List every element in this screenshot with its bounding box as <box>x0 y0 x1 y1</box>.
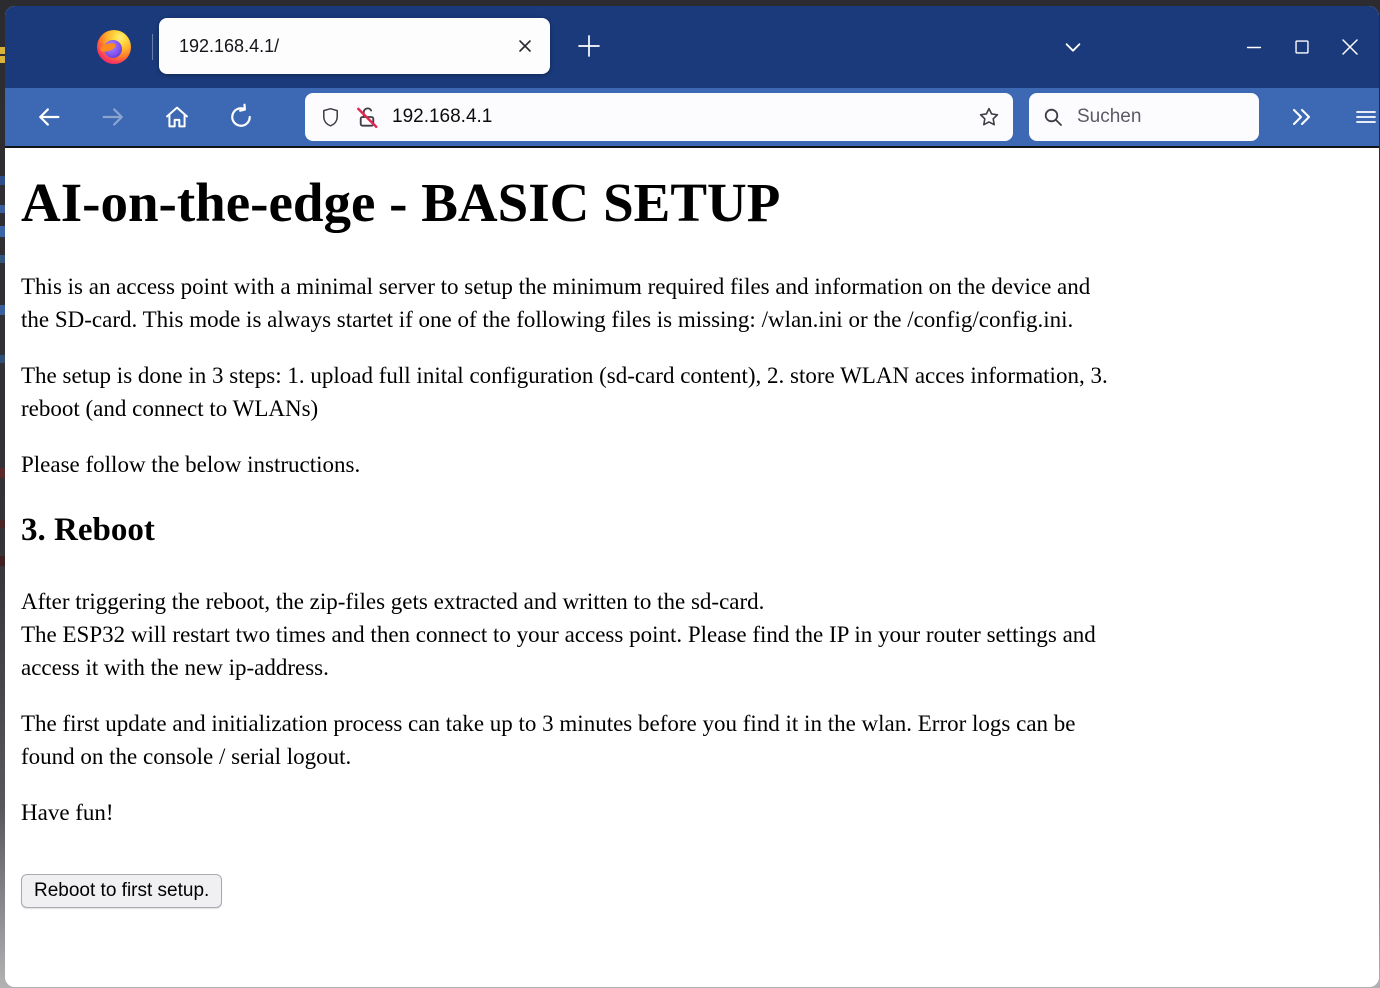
back-button[interactable] <box>29 95 69 139</box>
first-update-paragraph: The first update and initialization proc… <box>21 707 1363 773</box>
reboot-button[interactable]: Reboot to first setup. <box>21 874 222 908</box>
home-button[interactable] <box>157 95 197 139</box>
search-icon <box>1041 105 1065 129</box>
tab-list-chevron-button[interactable] <box>1053 6 1093 88</box>
maximize-button[interactable] <box>1278 6 1326 88</box>
follow-instructions-paragraph: Please follow the below instructions. <box>21 448 1363 481</box>
section-heading-reboot: 3. Reboot <box>21 511 1363 551</box>
bookmark-star-button[interactable] <box>971 99 1007 135</box>
insecure-lock-icon[interactable] <box>354 104 380 130</box>
firefox-view-button[interactable] <box>95 28 133 66</box>
reload-button[interactable] <box>221 95 261 139</box>
firefox-logo-icon <box>97 30 131 64</box>
browser-window: 192.168.4.1/ <box>5 6 1379 987</box>
search-input[interactable] <box>1075 105 1229 129</box>
new-tab-button[interactable] <box>570 27 608 65</box>
tab-separator <box>152 34 153 60</box>
shield-icon[interactable] <box>319 106 342 129</box>
close-window-button[interactable] <box>1326 6 1374 88</box>
page-title: AI-on-the-edge - BASIC SETUP <box>21 171 1363 234</box>
overflow-chevrons-button[interactable] <box>1281 95 1321 139</box>
menu-button[interactable] <box>1346 95 1379 139</box>
intro-paragraph: This is an access point with a minimal s… <box>21 270 1363 336</box>
active-tab[interactable]: 192.168.4.1/ <box>159 18 550 74</box>
window-controls <box>1230 6 1379 88</box>
url-bar[interactable]: 192.168.4.1 <box>305 93 1013 141</box>
search-box[interactable] <box>1029 93 1259 141</box>
steps-paragraph: The setup is done in 3 steps: 1. upload … <box>21 359 1363 425</box>
have-fun-paragraph: Have fun! <box>21 796 1363 829</box>
tab-title: 192.168.4.1/ <box>179 36 510 57</box>
page-content: AI-on-the-edge - BASIC SETUP This is an … <box>5 148 1379 987</box>
reboot-info-paragraph: After triggering the reboot, the zip-fil… <box>21 585 1363 684</box>
browser-titlebar: 192.168.4.1/ <box>5 6 1379 88</box>
url-text[interactable]: 192.168.4.1 <box>392 106 971 128</box>
navigation-toolbar: 192.168.4.1 <box>5 88 1379 148</box>
tab-close-icon[interactable] <box>510 31 540 61</box>
forward-button[interactable] <box>93 95 133 139</box>
minimize-button[interactable] <box>1230 6 1278 88</box>
